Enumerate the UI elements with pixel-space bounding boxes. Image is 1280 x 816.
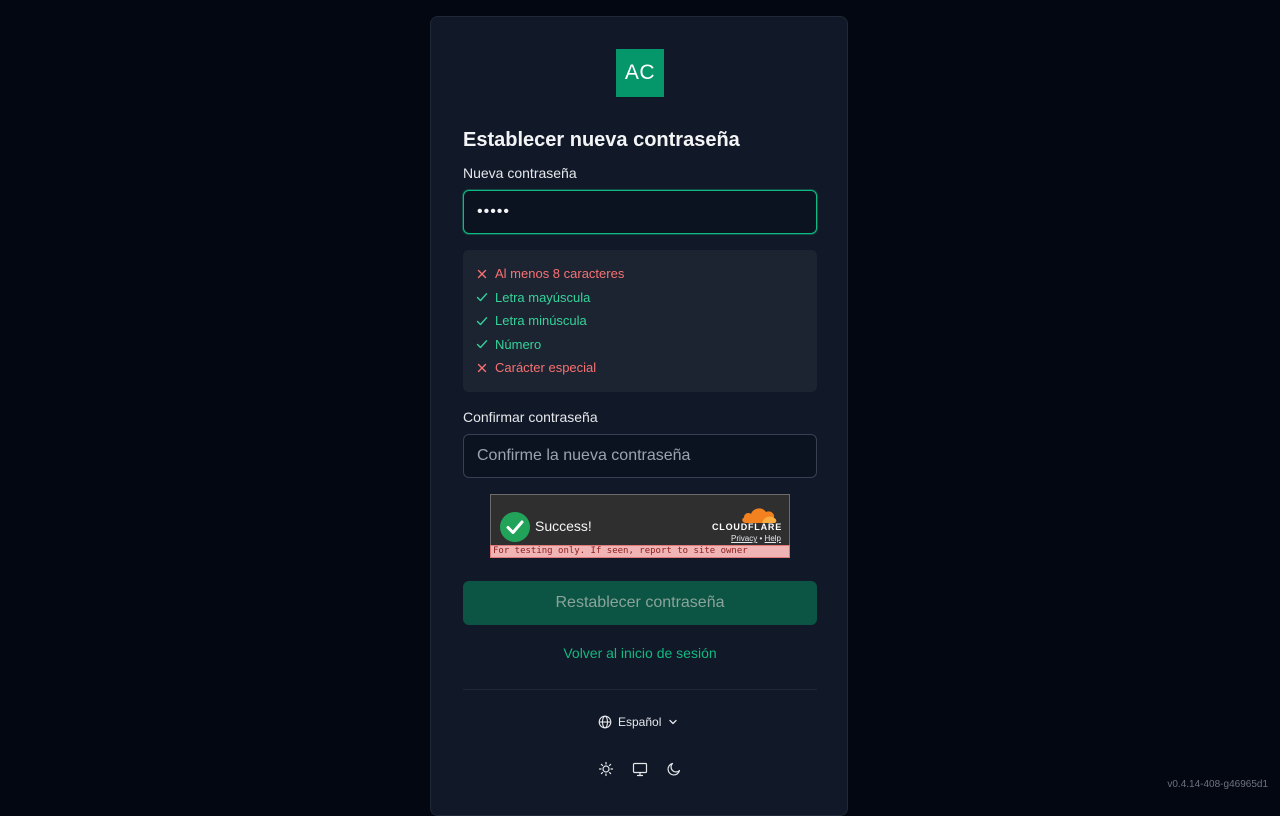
sun-icon[interactable] (598, 761, 614, 777)
rule-label: Carácter especial (495, 360, 596, 375)
rule-uppercase: Letra mayúscula (475, 286, 805, 310)
confirm-password-field[interactable]: Confirme la nueva contraseña (463, 434, 817, 478)
new-password-value: ••••• (477, 203, 510, 221)
reset-password-button[interactable]: Restablecer contraseña (463, 581, 817, 625)
rule-label: Número (495, 337, 541, 352)
confirm-password-label: Confirmar contraseña (463, 409, 598, 425)
cloudflare-wordmark: CLOUDFLARE (712, 522, 782, 532)
moon-icon[interactable] (666, 761, 682, 777)
auth-card: AC Establecer nueva contraseña Nueva con… (430, 16, 848, 816)
check-icon (475, 314, 489, 328)
x-icon (475, 267, 489, 281)
rule-label: Letra minúscula (495, 313, 587, 328)
language-selector[interactable]: Español (598, 715, 679, 729)
captcha-links: Privacy • Help (731, 534, 781, 543)
page-title: Establecer nueva contraseña (463, 129, 740, 152)
check-icon (475, 290, 489, 304)
rule-special-char: Carácter especial (475, 356, 805, 380)
check-icon (475, 337, 489, 351)
chevron-down-icon (667, 716, 679, 728)
divider (463, 689, 817, 690)
new-password-field[interactable]: ••••• (463, 190, 817, 234)
captcha-status: Success! (535, 518, 592, 534)
globe-icon (598, 715, 612, 729)
captcha-widget[interactable]: Success! CLOUDFLARE Privacy • Help For t… (490, 494, 790, 558)
back-to-login-link[interactable]: Volver al inicio de sesión (463, 645, 817, 661)
rule-min-length: Al menos 8 caracteres (475, 262, 805, 286)
app-logo: AC (616, 49, 664, 97)
confirm-password-placeholder: Confirme la nueva contraseña (477, 447, 690, 465)
version-label: v0.4.14-408-g46965d1 (1167, 779, 1268, 790)
rule-label: Al menos 8 caracteres (495, 266, 624, 281)
monitor-icon[interactable] (632, 761, 648, 777)
x-icon (475, 361, 489, 375)
success-check-icon (500, 512, 530, 542)
rule-lowercase: Letra minúscula (475, 309, 805, 333)
rule-number: Número (475, 333, 805, 357)
testing-banner: For testing only. If seen, report to sit… (490, 545, 790, 558)
link-separator: • (760, 534, 763, 543)
privacy-link[interactable]: Privacy (731, 534, 757, 543)
help-link[interactable]: Help (765, 534, 781, 543)
password-requirements: Al menos 8 caracteres Letra mayúscula Le… (463, 250, 817, 392)
new-password-label: Nueva contraseña (463, 165, 577, 181)
theme-switcher (431, 761, 849, 777)
rule-label: Letra mayúscula (495, 290, 590, 305)
language-label: Español (618, 715, 661, 729)
